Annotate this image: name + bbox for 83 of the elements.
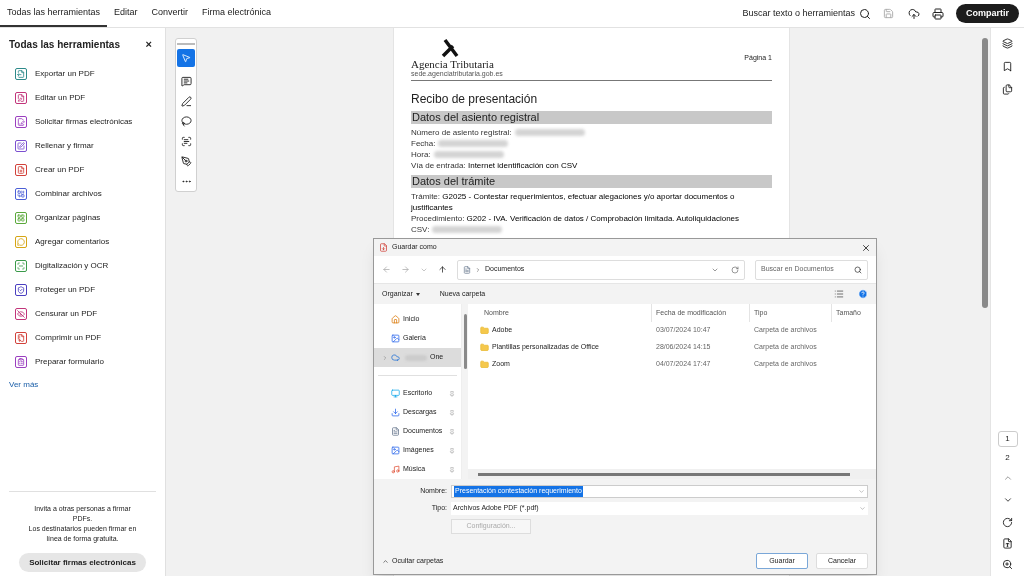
pictures-icon: [391, 446, 400, 455]
up-icon[interactable]: [438, 265, 447, 274]
lasso-tool-icon[interactable]: [180, 116, 192, 127]
caret-icon: [415, 292, 420, 296]
logo-icon: [439, 38, 461, 58]
field-text: CSV:: [411, 224, 430, 235]
field-text: Procedimiento: G202 - IVA. Verificación de datos / Comprobación limitada. Autoliquidaciones: [411, 213, 740, 224]
tool-item[interactable]: Rellenar y firmar: [15, 138, 156, 154]
folder-icon: [480, 343, 489, 352]
tool-item[interactable]: Censurar un PDF: [15, 306, 156, 322]
home-icon: [391, 315, 400, 324]
tool-item[interactable]: Solicitar firmas electrónicas: [15, 114, 156, 130]
pin-icon: [449, 428, 455, 435]
nav-scrollbar[interactable]: [463, 314, 467, 369]
pin-icon: [449, 390, 455, 397]
comment-tool-icon[interactable]: [180, 76, 192, 87]
folder-icon: [480, 360, 489, 369]
folder-icon: [480, 326, 489, 335]
desktop-icon: [391, 389, 400, 398]
tool-item[interactable]: Exportar un PDF: [15, 66, 156, 82]
collapse-icon: [382, 557, 389, 565]
tool-item[interactable]: Preparar formulario: [15, 354, 156, 370]
tool-item[interactable]: Proteger un PDF: [15, 282, 156, 298]
rotate-icon[interactable]: [1002, 517, 1013, 528]
field-text: Fecha:: [411, 138, 436, 149]
pin-icon: [449, 409, 455, 416]
music-icon: [391, 465, 400, 474]
print-icon[interactable]: [932, 7, 944, 20]
top-tab[interactable]: Firma electrónica: [195, 0, 279, 27]
tool-item[interactable]: Organizar páginas: [15, 210, 156, 226]
share-button[interactable]: Compartir: [956, 4, 1019, 23]
pin-icon: [449, 466, 455, 473]
document-title: Recibo de presentación: [411, 91, 539, 108]
page-number[interactable]: 2: [997, 450, 1018, 466]
upload-icon[interactable]: [908, 7, 920, 20]
tool-item[interactable]: Crear un PDF: [15, 162, 156, 178]
close-icon[interactable]: [861, 242, 871, 253]
top-tab[interactable]: Convertir: [144, 0, 196, 27]
layers-icon[interactable]: [1002, 38, 1013, 49]
tool-item[interactable]: Combinar archivos: [15, 186, 156, 202]
cloud-icon: [391, 353, 400, 362]
text-select-tool-icon[interactable]: [180, 136, 192, 147]
documents-icon: [463, 265, 471, 274]
zoom-in-icon[interactable]: [1002, 559, 1013, 570]
gallery-icon: [391, 334, 400, 343]
documents-icon: [391, 427, 400, 436]
panel-title: Todas las herramientas: [9, 37, 120, 52]
tool-item[interactable]: Agregar comentarios: [15, 234, 156, 250]
field-text: Trámite: G2025 - Contestar requerimientos, efectuar alegaciones y/o aportar documentos o justificantes: [411, 191, 736, 213]
refresh-icon[interactable]: [731, 265, 739, 274]
tool-item[interactable]: Editar un PDF: [15, 90, 156, 106]
download-icon: [391, 408, 400, 417]
page-fit-icon[interactable]: [1002, 538, 1013, 549]
sign-tool-icon[interactable]: [180, 156, 192, 167]
request-signatures-button[interactable]: Solicitar firmas electrónicas: [19, 553, 146, 572]
search-icon[interactable]: [859, 7, 871, 20]
agency-name: Agencia Tributaria: [411, 58, 494, 70]
pointer-icon: [181, 53, 191, 63]
tool-item[interactable]: Digitalización y OCR: [15, 258, 156, 274]
scrollbar[interactable]: [982, 38, 988, 308]
select-tool[interactable]: [177, 49, 195, 67]
top-tab[interactable]: Todas las herramientas: [0, 0, 108, 27]
search-label[interactable]: Buscar texto o herramientas: [742, 6, 855, 21]
pen-tool-icon[interactable]: [180, 96, 192, 107]
field-text: Vía de entrada: Internet identificación con CSV: [411, 160, 578, 171]
breadcrumb-chevron-icon: [475, 266, 481, 273]
section-heading: Datos del trámite: [411, 175, 772, 188]
top-tab[interactable]: Editar: [107, 0, 145, 27]
bookmark-icon[interactable]: [1002, 61, 1013, 72]
field-text: Hora:: [411, 149, 431, 160]
field-text: Número de asiento registral:: [411, 127, 512, 138]
pdf-icon: [379, 243, 388, 252]
pages-icon[interactable]: [1002, 84, 1013, 95]
page-number[interactable]: 1: [997, 431, 1018, 447]
close-button[interactable]: ×: [145, 36, 152, 53]
search-icon[interactable]: [854, 265, 862, 274]
section-heading: Datos del asiento registral: [411, 111, 772, 124]
next-page-icon[interactable]: [1002, 495, 1013, 505]
pin-icon: [449, 447, 455, 454]
more-link[interactable]: Ver más: [9, 378, 156, 391]
tool-item[interactable]: Comprimir un PDF: [15, 330, 156, 346]
help-icon[interactable]: [858, 289, 868, 299]
horizontal-scrollbar[interactable]: [478, 472, 850, 476]
